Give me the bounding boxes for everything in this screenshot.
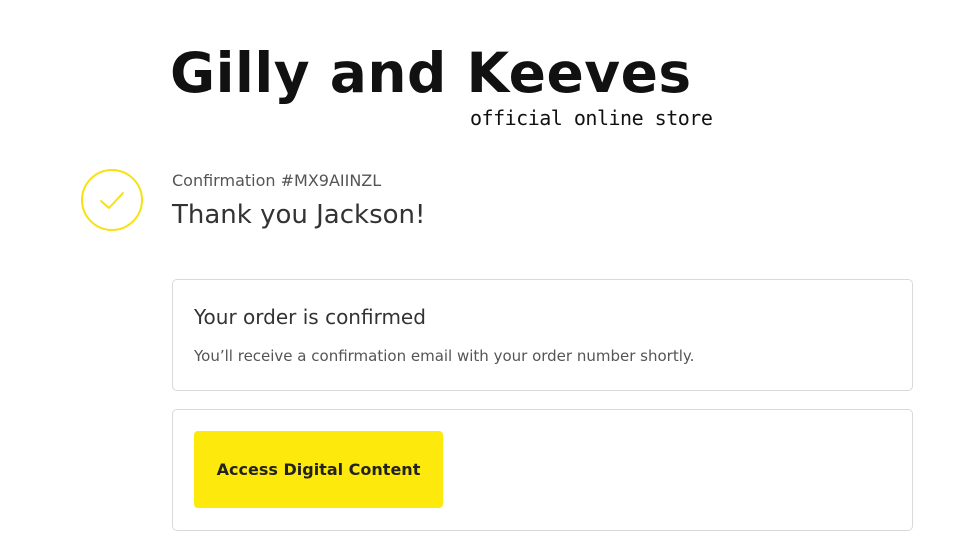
thank-you-heading: Thank you Jackson! (172, 200, 426, 230)
order-confirmed-message: You’ll receive a confirmation email with… (194, 347, 695, 365)
store-logo-name: Gilly and Keeves (170, 41, 692, 105)
checkmark-icon (81, 169, 143, 231)
order-confirmed-title: Your order is confirmed (194, 305, 426, 329)
digital-content-card: Access Digital Content (172, 409, 913, 531)
order-confirmation-page: Gilly and Keeves official online store C… (0, 0, 956, 546)
confirmation-number: Confirmation #MX9AIINZL (172, 171, 382, 190)
store-logo-tagline: official online store (470, 106, 713, 130)
order-confirmed-card: Your order is confirmed You’ll receive a… (172, 279, 913, 391)
checkmark-icon-glyph (100, 192, 124, 209)
store-logo[interactable]: Gilly and Keeves official online store (170, 38, 713, 130)
access-digital-content-button[interactable]: Access Digital Content (194, 431, 443, 508)
